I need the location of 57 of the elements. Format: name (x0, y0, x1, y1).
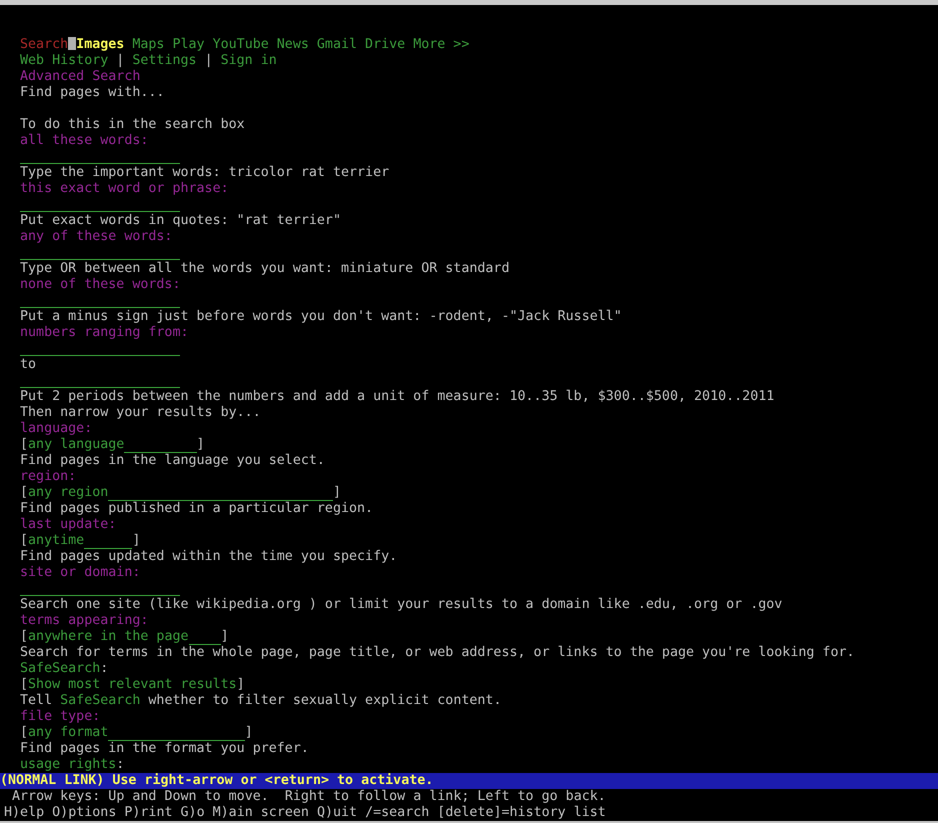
dropdown-field[interactable]: [anytime ] (20, 533, 140, 548)
label-colon: : (116, 757, 124, 772)
nav-link[interactable]: More >> (413, 37, 470, 52)
separator-text: | (116, 53, 124, 68)
hint-text: Find pages published in a particular region. (20, 501, 374, 516)
help-link[interactable]: usage rights (20, 757, 116, 772)
key-help-text: H)elp O)ptions P)rint G)o M)ain screen Q)uit /=search [delete]=history list (4, 805, 606, 820)
account-link[interactable]: Sign in (220, 53, 277, 68)
key-help-text: Arrow keys: Up and Down to move. Right to follow a link; Left to go back. (12, 789, 606, 804)
hint-text: Find pages updated within the time you specify. (20, 549, 398, 564)
hint-text: Find pages in the language you select. (20, 453, 325, 468)
nav-link[interactable]: Maps (132, 37, 164, 52)
hint-text: Type the important words: tricolor rat terrier (20, 165, 390, 180)
hint-text: Tell SafeSearch whether to filter sexually explicit content. (20, 693, 502, 708)
cursor-icon (68, 37, 76, 50)
hint-text: Type OR between all the words you want: miniature OR standard (20, 261, 510, 276)
dropdown-field[interactable]: [Show most relevant results] (20, 677, 245, 692)
hint-text: Find pages in the format you prefer. (20, 741, 309, 756)
field-label: this exact word or phrase: (20, 181, 229, 196)
hint-text: Put exact words in quotes: "rat terrier" (20, 213, 341, 228)
intro-text: Find pages with... (20, 85, 164, 100)
nav-link[interactable]: Gmail (316, 37, 358, 52)
help-link[interactable]: SafeSearch (20, 661, 100, 676)
dropdown-field[interactable]: [anywhere in the page ] (20, 629, 229, 644)
nav-link[interactable]: Drive (365, 37, 406, 52)
field-label: numbers ranging from: (20, 325, 189, 340)
section-title: To do this in the search box (20, 117, 245, 132)
field-label: language: (20, 421, 92, 436)
nav-link[interactable]: Images (76, 37, 124, 52)
hint-text: Put 2 periods between the numbers and add a unit of measure: 10..35 lb, $300..$500, 2010..2011 (20, 389, 774, 404)
nav-link[interactable]: News (276, 37, 309, 52)
hint-text: Search one site (like wikipedia.org ) or limit your results to a domain like .edu, .org or .gov (20, 597, 782, 612)
field-label: all these words: (20, 133, 148, 148)
field-label: last update: (20, 517, 116, 532)
account-link[interactable]: Settings (132, 53, 197, 68)
field-label: file type: (20, 709, 100, 724)
dropdown-field[interactable]: [any language ] (20, 437, 205, 452)
nav-link[interactable]: Play (172, 37, 205, 52)
label-colon: : (100, 661, 108, 676)
page-title: Advanced Search (20, 69, 140, 84)
current-page-label: Search (20, 37, 68, 52)
field-label: any of these words: (20, 229, 172, 244)
help-link[interactable]: SafeSearch (60, 693, 140, 708)
status-bar: (NORMAL LINK) Use right-arrow or <return> to activate. (0, 773, 938, 789)
dropdown-field[interactable]: [any format ] (20, 725, 253, 740)
field-label: site or domain: (20, 565, 140, 580)
section-title: Then narrow your results by... (20, 405, 261, 420)
nav-link[interactable]: YouTube (212, 37, 269, 52)
field-label: region: (20, 469, 76, 484)
account-link[interactable]: Web History (20, 53, 108, 68)
dropdown-field[interactable]: [any region ] (20, 485, 341, 500)
hint-text: Search for terms in the whole page, page title, or web address, or links to the page you're looking for. (20, 645, 855, 660)
separator-text: | (204, 53, 213, 68)
field-label: terms appearing: (20, 613, 148, 628)
field-label: none of these words: (20, 277, 180, 292)
hint-text: Put a minus sign just before words you don't want: -rodent, -"Jack Russell" (20, 309, 622, 324)
range-connector-text: to (20, 357, 36, 372)
